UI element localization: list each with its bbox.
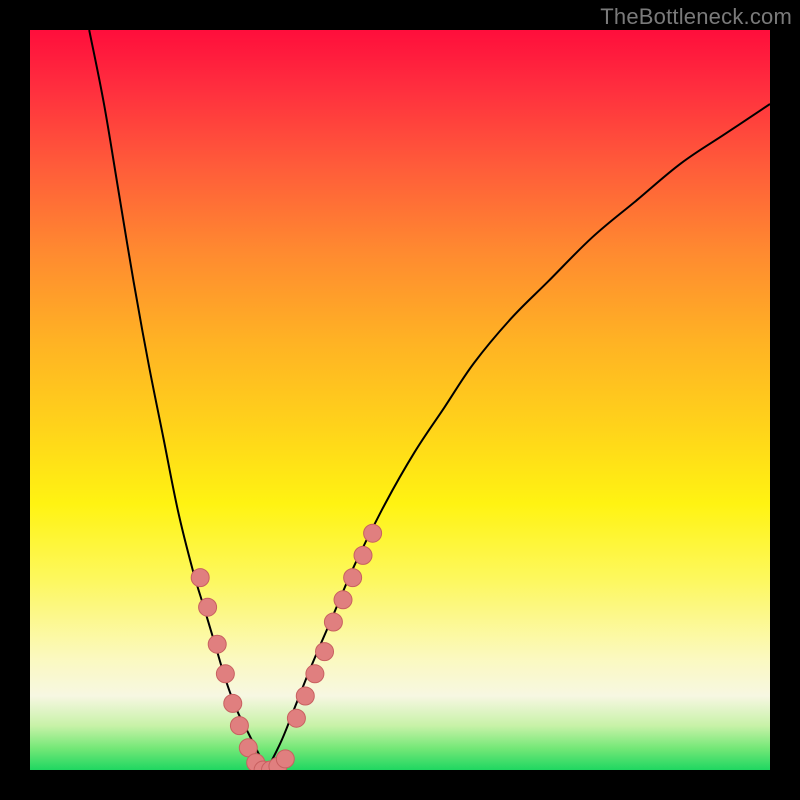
data-dot bbox=[199, 598, 217, 616]
data-dot bbox=[276, 750, 294, 768]
data-dot bbox=[224, 694, 242, 712]
plot-area bbox=[30, 30, 770, 770]
data-dot bbox=[306, 665, 324, 683]
data-dot bbox=[208, 635, 226, 653]
chart-stage: TheBottleneck.com bbox=[0, 0, 800, 800]
data-dot bbox=[354, 546, 372, 564]
data-dot bbox=[364, 524, 382, 542]
data-dot bbox=[287, 709, 305, 727]
data-dot bbox=[216, 665, 234, 683]
data-dot bbox=[344, 569, 362, 587]
watermark-text: TheBottleneck.com bbox=[600, 4, 792, 30]
data-dot bbox=[296, 687, 314, 705]
data-dot bbox=[230, 717, 248, 735]
data-dot bbox=[316, 643, 334, 661]
bottleneck-curve bbox=[89, 30, 267, 770]
bottleneck-curve bbox=[267, 104, 770, 770]
curve-svg bbox=[30, 30, 770, 770]
data-dot bbox=[324, 613, 342, 631]
data-dot bbox=[191, 569, 209, 587]
data-dot bbox=[334, 591, 352, 609]
